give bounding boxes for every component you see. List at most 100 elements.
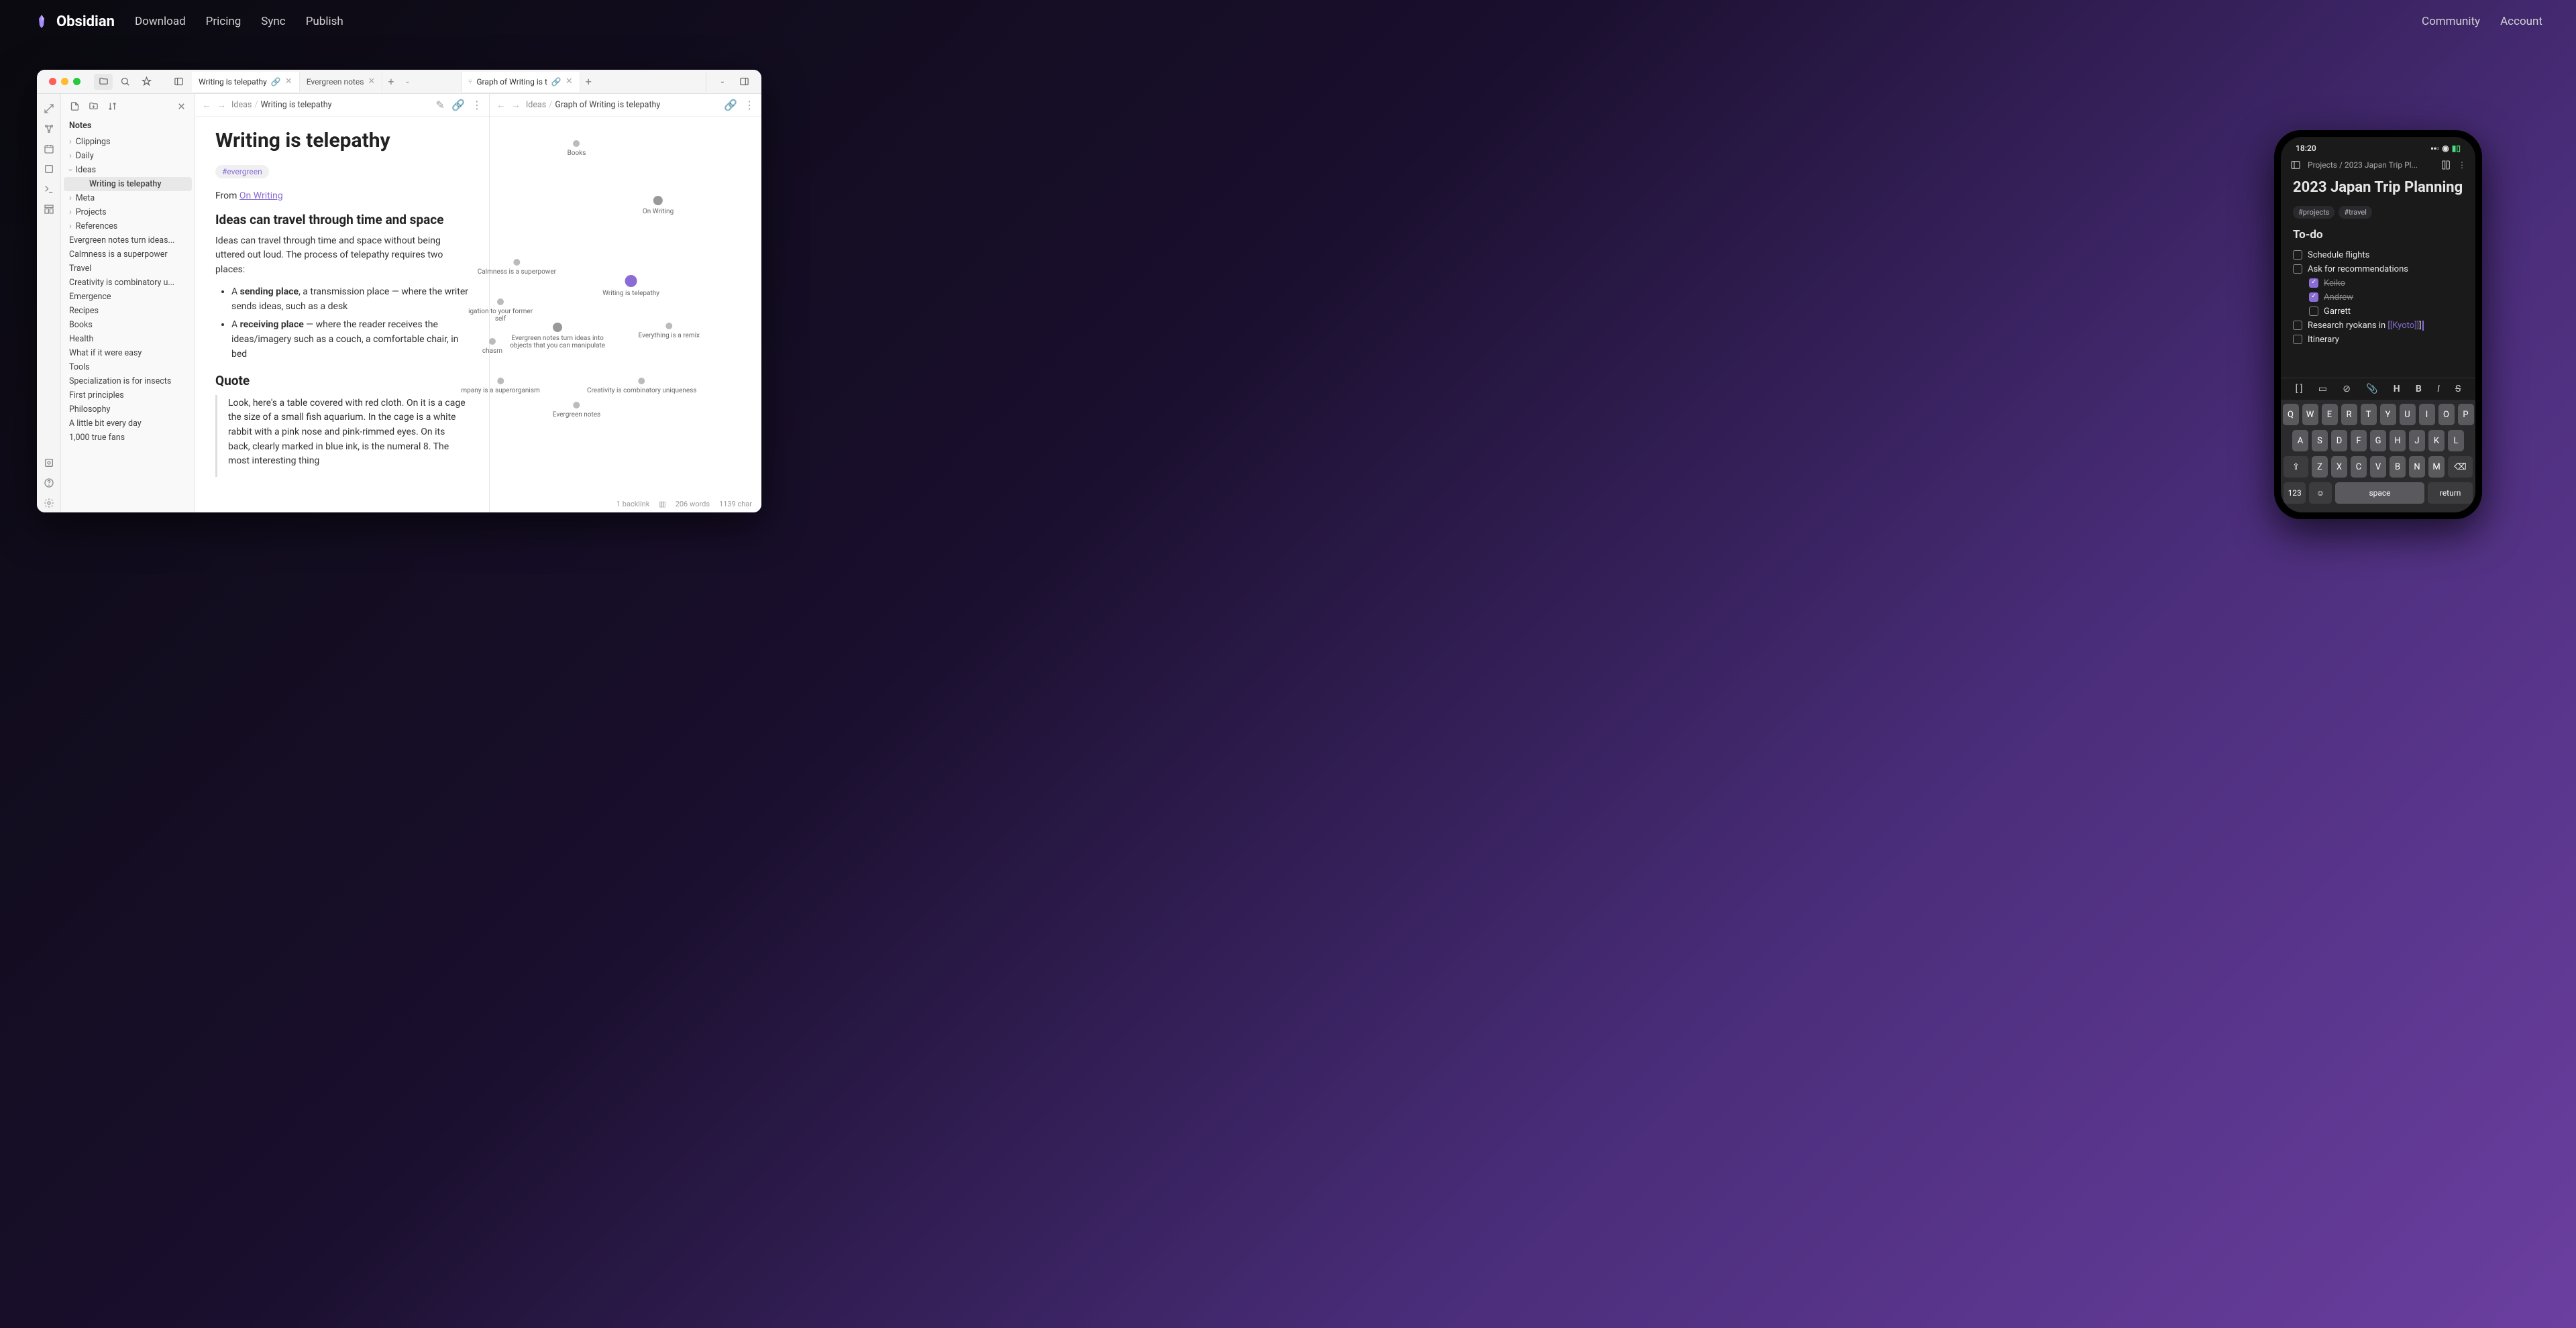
- tag-icon[interactable]: ⊘: [2343, 384, 2351, 394]
- new-note-icon[interactable]: [66, 98, 83, 114]
- checkbox[interactable]: [2309, 292, 2318, 302]
- todo-item[interactable]: Schedule flights: [2293, 248, 2463, 262]
- tree-file[interactable]: 1,000 true fans: [64, 431, 192, 445]
- tree-folder[interactable]: Ideas: [64, 163, 192, 177]
- space-key[interactable]: space: [2335, 482, 2425, 504]
- key-i[interactable]: I: [2419, 404, 2435, 425]
- backspace-key[interactable]: ⌫: [2448, 456, 2473, 478]
- tab-writing-telepathy[interactable]: Writing is telepathy 🔗 ✕: [192, 72, 300, 92]
- tree-file[interactable]: Emergence: [64, 290, 192, 304]
- checkbox[interactable]: [2293, 250, 2302, 260]
- calendar-icon[interactable]: [40, 140, 58, 158]
- graph-node[interactable]: mpany is a superorganism: [461, 378, 539, 394]
- tree-folder[interactable]: Meta: [64, 191, 192, 205]
- shift-key[interactable]: ⇧: [2284, 456, 2308, 478]
- graph-node[interactable]: On Writing: [643, 196, 674, 215]
- vault-icon[interactable]: [40, 453, 58, 472]
- nav-account[interactable]: Account: [2500, 15, 2542, 28]
- tag-travel[interactable]: #travel: [2339, 206, 2372, 219]
- tree-file[interactable]: First principles: [64, 388, 192, 402]
- more-icon[interactable]: ⋮: [2458, 160, 2466, 170]
- key-r[interactable]: R: [2341, 404, 2357, 425]
- nav-back-icon[interactable]: ←: [202, 99, 211, 111]
- graph-node[interactable]: chasm: [482, 338, 502, 355]
- todo-item[interactable]: Andrew: [2293, 290, 2463, 305]
- left-panel-toggle-icon[interactable]: [2290, 160, 2301, 170]
- tag-projects[interactable]: #projects: [2293, 206, 2334, 219]
- bold-icon[interactable]: B: [2416, 384, 2422, 394]
- tab-dropdown-icon[interactable]: ⌄: [399, 78, 415, 85]
- from-link[interactable]: On Writing: [239, 190, 283, 201]
- nav-forward-icon[interactable]: →: [217, 99, 226, 111]
- breadcrumb[interactable]: Ideas/Writing is telepathy: [231, 100, 431, 110]
- attach-icon[interactable]: 📎: [2366, 384, 2377, 394]
- key-m[interactable]: M: [2428, 456, 2445, 478]
- new-folder-icon[interactable]: [85, 98, 101, 114]
- checkbox[interactable]: [2293, 264, 2302, 274]
- tree-file[interactable]: Evergreen notes turn ideas...: [64, 233, 192, 247]
- folder-icon[interactable]: [94, 74, 113, 90]
- key-h[interactable]: H: [2390, 430, 2406, 451]
- todo-item[interactable]: Ask for recommendations: [2293, 262, 2463, 276]
- strike-icon[interactable]: S: [2455, 384, 2461, 394]
- quick-switcher-icon[interactable]: [40, 99, 58, 118]
- tab-evergreen-notes[interactable]: Evergreen notes ✕: [300, 72, 383, 92]
- maximize-window-button[interactable]: [73, 78, 80, 85]
- breadcrumb[interactable]: Ideas/Graph of Writing is telepathy: [526, 100, 718, 110]
- nav-publish[interactable]: Publish: [306, 15, 343, 28]
- template-icon[interactable]: [40, 200, 58, 219]
- tree-file[interactable]: Creativity is combinatory u...: [64, 276, 192, 290]
- tab-dropdown-icon[interactable]: ⌄: [713, 74, 732, 90]
- search-icon[interactable]: [115, 74, 134, 90]
- graph-node[interactable]: Writing is telepathy: [602, 275, 659, 297]
- todo-item[interactable]: Itinerary: [2293, 333, 2463, 347]
- key-t[interactable]: T: [2361, 404, 2377, 425]
- tree-folder[interactable]: References: [64, 219, 192, 233]
- star-icon[interactable]: [137, 74, 156, 90]
- key-y[interactable]: Y: [2380, 404, 2396, 425]
- tree-folder[interactable]: Projects: [64, 205, 192, 219]
- settings-icon[interactable]: [40, 494, 58, 512]
- key-q[interactable]: Q: [2283, 404, 2299, 425]
- graph-node[interactable]: Creativity is combinatory uniqueness: [587, 378, 696, 394]
- todo-item[interactable]: Keiko: [2293, 276, 2463, 290]
- graph-node[interactable]: Books: [568, 140, 586, 157]
- key-a[interactable]: A: [2292, 430, 2308, 451]
- nav-community[interactable]: Community: [2422, 15, 2480, 28]
- command-icon[interactable]: [40, 180, 58, 199]
- more-icon[interactable]: ⋮: [744, 99, 755, 111]
- todo-item[interactable]: Garrett: [2293, 305, 2463, 319]
- numeric-key[interactable]: 123: [2284, 482, 2306, 504]
- graph-view-icon[interactable]: [40, 119, 58, 138]
- tree-file[interactable]: A little bit every day: [64, 417, 192, 431]
- canvas-icon[interactable]: [40, 160, 58, 178]
- tree-file[interactable]: Writing is telepathy: [64, 177, 192, 191]
- tree-file[interactable]: Health: [64, 332, 192, 346]
- graph-canvas[interactable]: BooksOn WritingCalmness is a superpowerW…: [490, 117, 761, 512]
- tree-file[interactable]: Books: [64, 318, 192, 332]
- tree-file[interactable]: Tools: [64, 360, 192, 374]
- left-panel-toggle-icon[interactable]: [169, 74, 188, 90]
- heading-icon[interactable]: H: [2394, 384, 2400, 394]
- reader-mode-icon[interactable]: [2440, 160, 2451, 170]
- emoji-key[interactable]: ☺: [2309, 482, 2331, 504]
- brackets-icon[interactable]: [ ]: [2296, 384, 2303, 394]
- minimize-window-button[interactable]: [61, 78, 68, 85]
- nav-sync[interactable]: Sync: [261, 15, 285, 28]
- checkbox[interactable]: [2309, 278, 2318, 288]
- tree-file[interactable]: Specialization is for insects: [64, 374, 192, 388]
- close-icon[interactable]: ✕: [566, 76, 573, 87]
- nav-forward-icon[interactable]: →: [511, 99, 521, 111]
- brand-logo[interactable]: Obsidian: [34, 13, 115, 30]
- key-w[interactable]: W: [2302, 404, 2318, 425]
- tag-evergreen[interactable]: #evergreen: [215, 165, 269, 178]
- key-x[interactable]: X: [2331, 456, 2347, 478]
- italic-icon[interactable]: I: [2437, 384, 2440, 394]
- key-c[interactable]: C: [2351, 456, 2367, 478]
- checkbox[interactable]: [2293, 335, 2302, 344]
- key-k[interactable]: K: [2428, 430, 2445, 451]
- nav-back-icon[interactable]: ←: [496, 99, 506, 111]
- graph-node[interactable]: Evergreen notes turn ideas into objects …: [510, 323, 605, 349]
- key-j[interactable]: J: [2409, 430, 2425, 451]
- key-g[interactable]: G: [2370, 430, 2386, 451]
